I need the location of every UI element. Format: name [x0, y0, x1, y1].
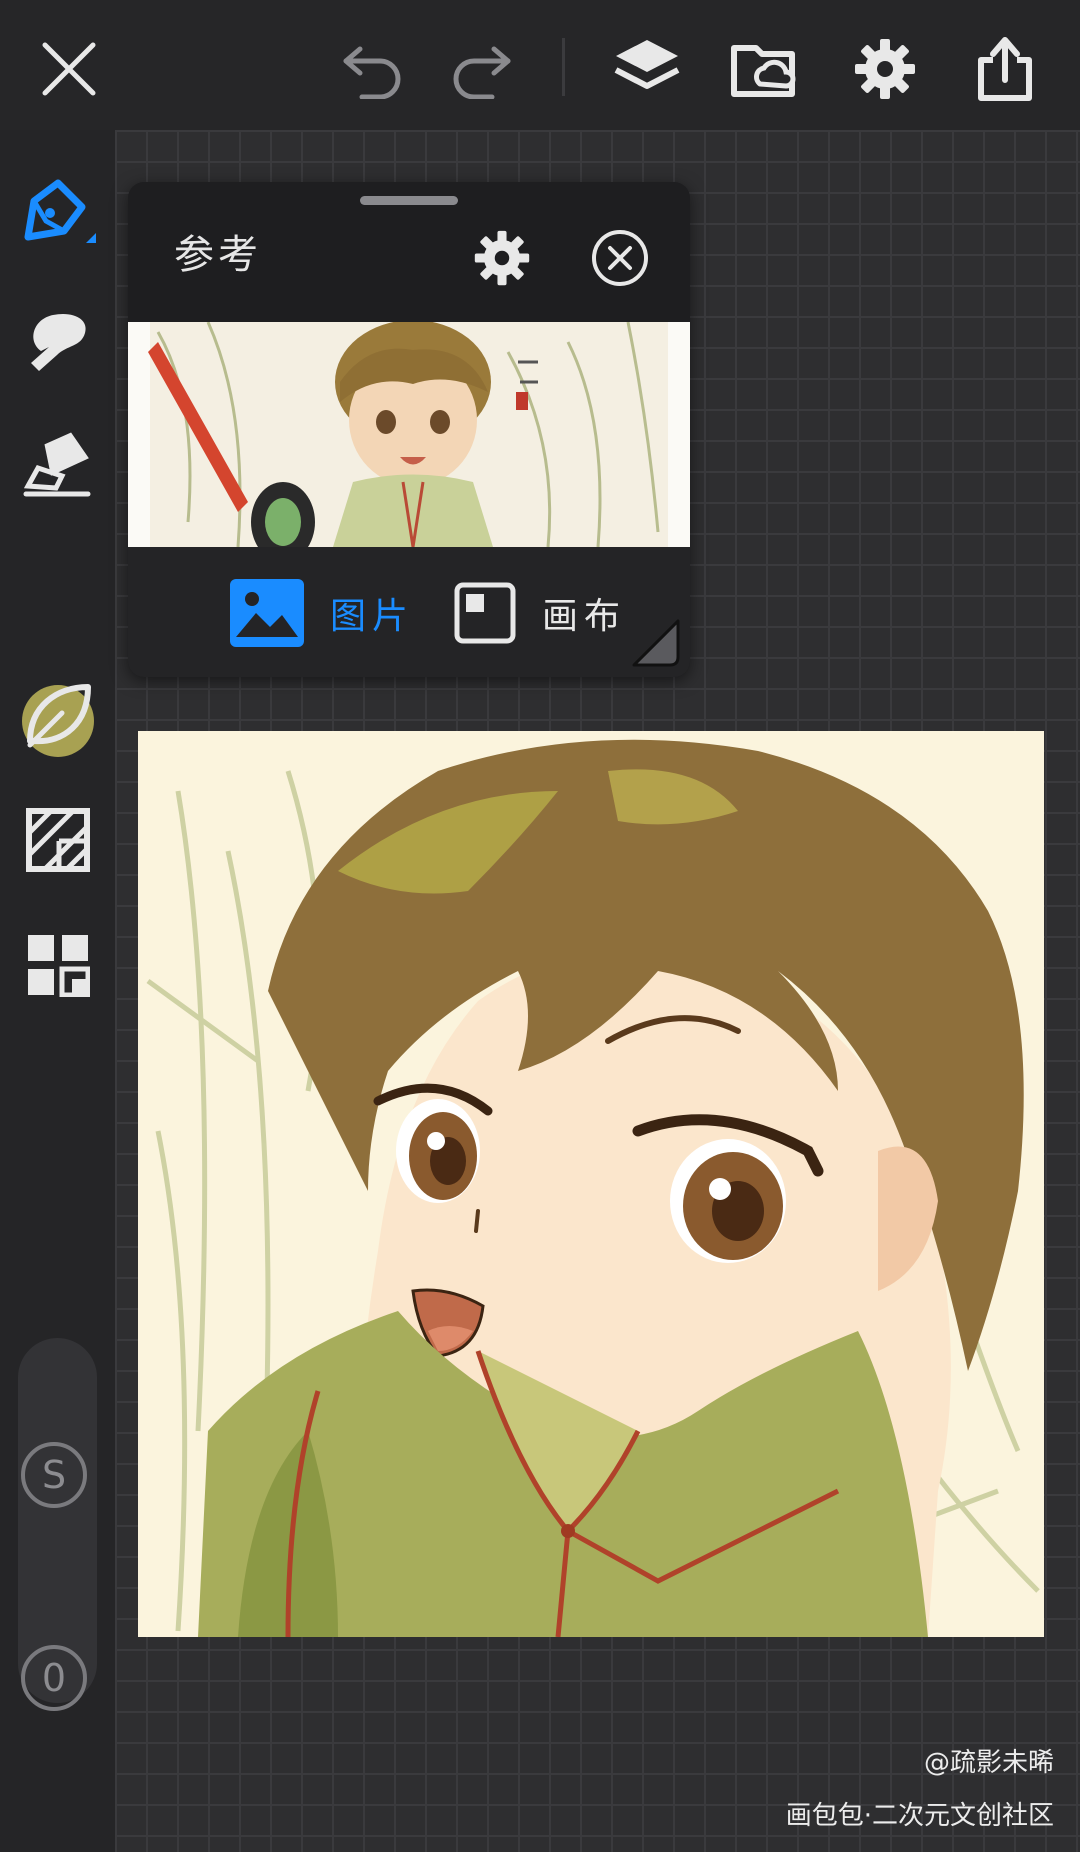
texture-icon[interactable]	[18, 800, 98, 880]
cloud-folder-icon[interactable]	[726, 30, 804, 108]
grid-icon[interactable]	[18, 925, 98, 1005]
opacity-badge[interactable]: 0	[21, 1645, 87, 1711]
drawing-canvas[interactable]	[138, 731, 1044, 1637]
reference-close-icon[interactable]	[584, 222, 656, 294]
watermark-site: 画包包·二次元文创社区	[785, 1801, 1054, 1831]
top-toolbar	[0, 0, 1080, 130]
reference-title: 参考	[174, 232, 262, 278]
reference-panel[interactable]: 参考 图片 画布	[128, 182, 690, 677]
layers-icon[interactable]	[608, 30, 686, 108]
tool-sidebar: S 0	[0, 130, 115, 1852]
reference-settings-icon[interactable]	[466, 222, 538, 294]
canvas-icon	[454, 582, 516, 644]
close-icon[interactable]	[30, 30, 108, 108]
undo-icon[interactable]	[334, 30, 412, 108]
tab-canvas[interactable]: 画布	[454, 577, 626, 649]
image-icon	[230, 579, 304, 647]
tab-image[interactable]: 图片	[230, 577, 414, 649]
gear-icon[interactable]	[846, 30, 924, 108]
toolbar-divider	[562, 38, 565, 96]
brush-icon[interactable]	[18, 300, 98, 380]
tab-canvas-label: 画布	[542, 596, 627, 637]
reference-tab-bar: 图片 画布	[128, 547, 690, 677]
artwork-illustration	[138, 731, 1044, 1637]
size-badge[interactable]: S	[21, 1442, 87, 1508]
reference-image	[128, 322, 690, 547]
tab-image-label: 图片	[330, 596, 415, 637]
eraser-icon[interactable]	[18, 425, 98, 505]
redo-icon[interactable]	[442, 30, 520, 108]
leaf-icon[interactable]	[18, 675, 98, 755]
share-icon[interactable]	[966, 30, 1044, 108]
resize-corner-icon[interactable]	[630, 617, 682, 669]
pen-icon[interactable]	[18, 175, 98, 255]
watermark-author: @疏影未晞	[923, 1748, 1054, 1778]
drag-handle[interactable]	[360, 196, 458, 205]
